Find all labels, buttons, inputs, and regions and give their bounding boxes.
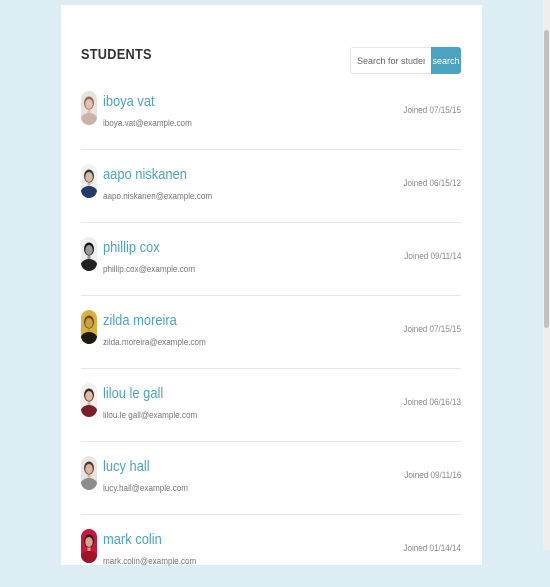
student-email: aapo.niskanen@example.com [103,191,213,201]
student-name-link[interactable]: phillip cox [103,239,160,256]
avatar[interactable] [81,456,97,490]
joined-date: Joined 06/16/13 [403,397,461,407]
joined-date: Joined 09/11/16 [403,470,461,480]
student-name-link[interactable]: mark colin [103,531,162,548]
student-row: phillip cox phillip.cox@example.com Joined… [81,223,461,296]
joined-date: Joined 01/14/14 [403,543,461,553]
avatar-photo [81,91,97,125]
avatar-photo [81,529,97,563]
joined-date: Joined 06/15/12 [403,178,461,188]
student-email: lucy.hall@example.com [103,483,189,493]
student-email: phillip.cox@example.com [103,264,195,274]
student-name-link[interactable]: lucy hall [103,458,150,475]
student-row: iboya vat iboya.vat@example.com Joined 07/… [81,77,461,150]
avatar-photo [81,456,97,490]
scrollbar-thumb[interactable] [544,30,549,328]
search-input[interactable] [350,47,431,74]
student-row: lilou le gall lilou.le gall@example.com Jo… [81,369,461,442]
student-email: mark.colin@example.com [103,556,197,566]
search-bar: search [350,47,461,74]
avatar[interactable] [81,164,97,198]
avatar[interactable] [81,383,97,417]
student-row: lucy hall lucy.hall@example.com Joined 09/… [81,442,461,515]
avatar-photo [81,383,97,417]
avatar-photo [81,164,97,198]
joined-date: Joined 07/15/15 [403,105,461,115]
student-row: mark colin mark.colin@example.com Joined 0… [81,515,461,587]
student-row: zilda moreira zilda.moreira@example.com Jo… [81,296,461,369]
joined-date: Joined 07/15/15 [403,324,461,334]
student-email: zilda.moreira@example.com [103,337,206,347]
avatar-photo [81,310,97,344]
student-list: iboya vat iboya.vat@example.com Joined 07/… [81,77,461,587]
student-email: lilou.le gall@example.com [103,410,198,420]
joined-date: Joined 09/11/14 [403,251,461,261]
avatar[interactable] [81,237,97,271]
avatar-photo [81,237,97,271]
avatar[interactable] [81,91,97,125]
scrollbar[interactable] [543,0,550,550]
student-name-link[interactable]: iboya vat [103,93,155,110]
student-name-link[interactable]: lilou le gall [103,385,163,402]
student-row: aapo niskanen aapo.niskanen@example.com Jo… [81,150,461,223]
avatar[interactable] [81,310,97,344]
page-title: STUDENTS [81,46,152,63]
student-name-link[interactable]: zilda moreira [103,312,177,329]
student-name-link[interactable]: aapo niskanen [103,166,187,183]
student-email: iboya.vat@example.com [103,118,192,128]
search-button[interactable]: search [431,47,461,74]
students-card: STUDENTS search iboya vat iboya.vat@examp… [61,5,482,566]
avatar[interactable] [81,529,97,563]
